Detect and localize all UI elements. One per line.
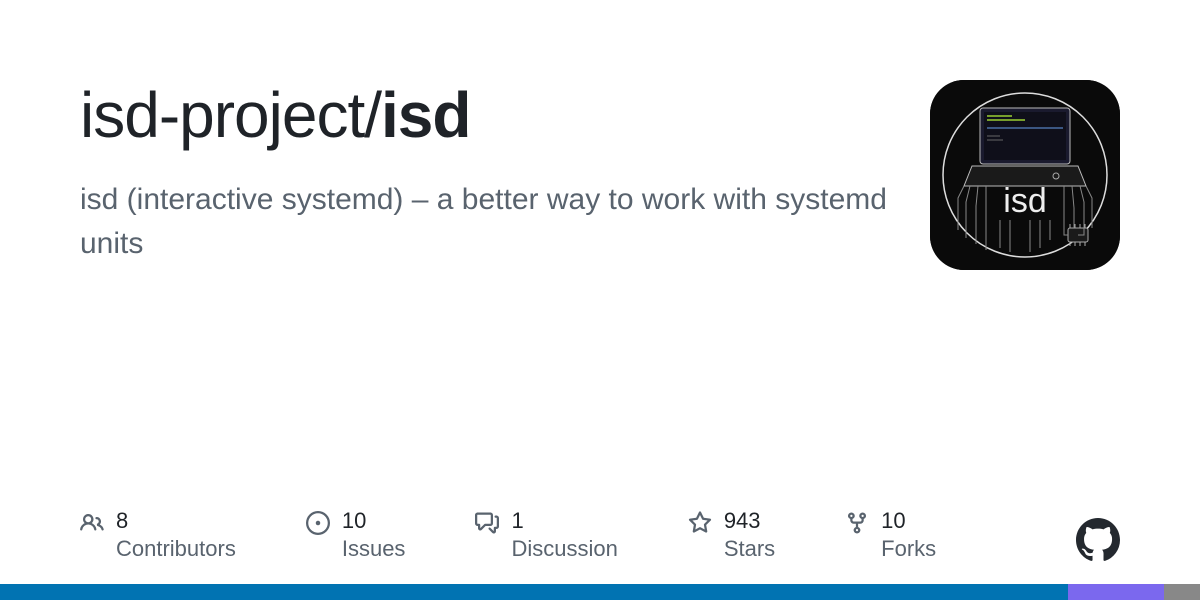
language-segment-2 (1068, 584, 1164, 600)
discussion-icon (475, 511, 499, 535)
language-segment-1 (0, 584, 1068, 600)
contributors-count: 8 (116, 509, 236, 533)
repo-logo: isd (930, 80, 1120, 270)
isd-logo-graphic: isd (930, 80, 1120, 270)
repo-owner: isd-project (80, 79, 364, 151)
stars-label: Stars (724, 535, 775, 564)
repo-name: isd (381, 79, 470, 151)
repo-separator: / (364, 79, 381, 151)
svg-text:isd: isd (1003, 182, 1046, 220)
repo-stats: 8 Contributors 10 Issues 1 Discussion 94… (80, 509, 1120, 564)
repo-title[interactable]: isd-project/isd (80, 80, 900, 150)
contributors-stat[interactable]: 8 Contributors (80, 509, 236, 564)
fork-icon (845, 511, 869, 535)
issues-stat[interactable]: 10 Issues (306, 509, 406, 564)
forks-count: 10 (881, 509, 936, 533)
language-segment-3 (1164, 584, 1200, 600)
discussions-count: 1 (511, 509, 617, 533)
github-mark-icon[interactable] (1076, 518, 1120, 562)
contributors-label: Contributors (116, 535, 236, 564)
forks-stat[interactable]: 10 Forks (845, 509, 936, 564)
people-icon (80, 511, 104, 535)
stars-stat[interactable]: 943 Stars (688, 509, 775, 564)
issue-icon (306, 511, 330, 535)
stars-count: 943 (724, 509, 775, 533)
discussions-label: Discussion (511, 535, 617, 564)
discussions-stat[interactable]: 1 Discussion (475, 509, 617, 564)
forks-label: Forks (881, 535, 936, 564)
language-bar (0, 584, 1200, 600)
issues-label: Issues (342, 535, 406, 564)
star-icon (688, 511, 712, 535)
issues-count: 10 (342, 509, 406, 533)
repo-description: isd (interactive systemd) – a better way… (80, 178, 900, 265)
